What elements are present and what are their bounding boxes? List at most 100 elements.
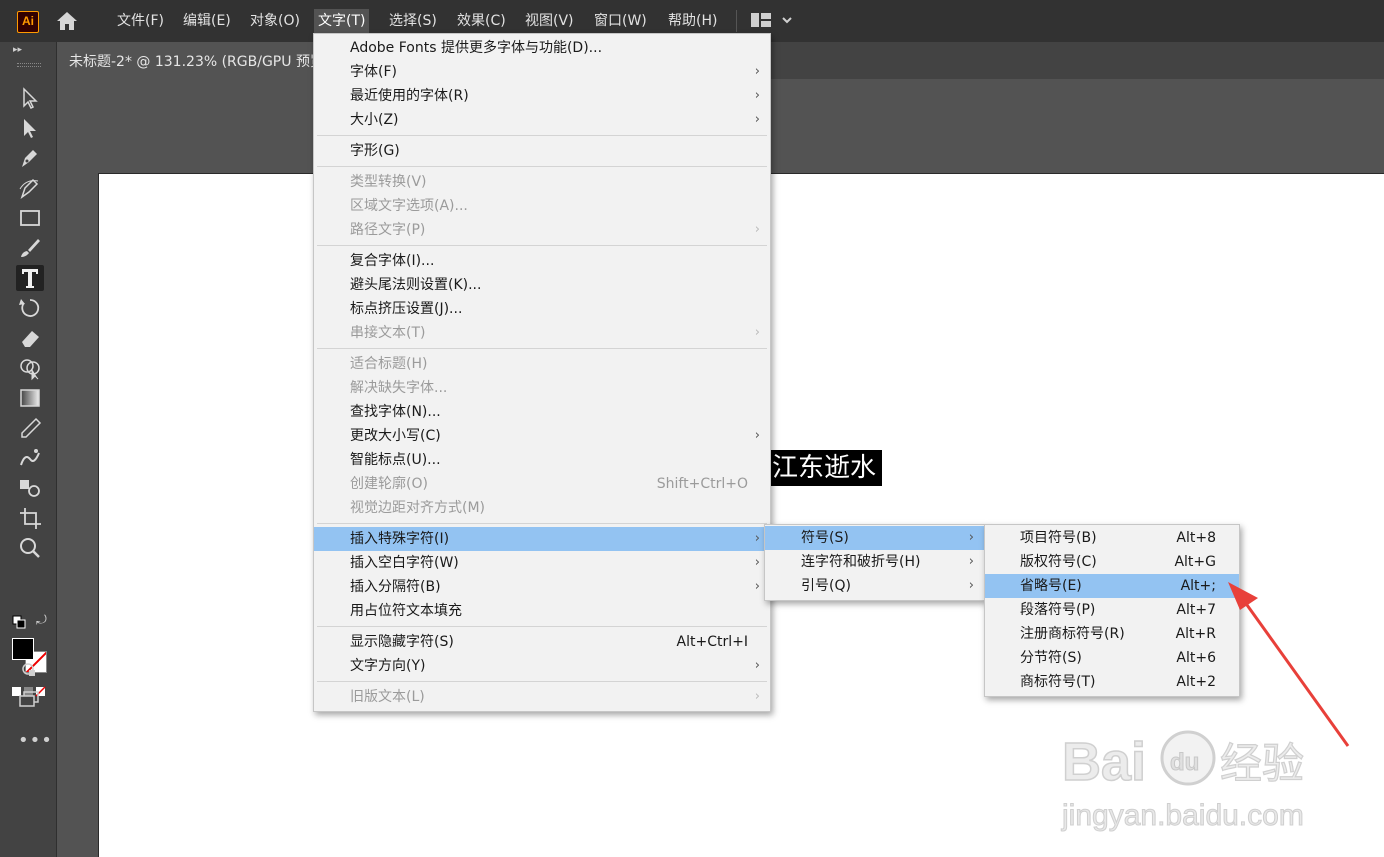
type-menu-item[interactable]: 字体(F) › [314, 60, 770, 84]
symbols-menu-item[interactable]: 注册商标符号(R) Alt+R [985, 622, 1239, 646]
rectangle-tool-icon[interactable] [16, 205, 44, 231]
type-menu-item[interactable]: 用占位符文本填充 [314, 599, 770, 623]
direct-selection-tool-icon[interactable] [16, 115, 44, 141]
home-icon[interactable] [54, 9, 80, 33]
default-colors-icon[interactable] [12, 614, 26, 629]
type-menu-item[interactable]: 解决缺失字体... [314, 376, 770, 400]
type-menu-item[interactable]: 适合标题(H) [314, 352, 770, 376]
type-menu-item[interactable]: 大小(Z) › [314, 108, 770, 132]
menu-effect[interactable]: 效果(C) [453, 9, 510, 33]
type-menu-item[interactable]: 避头尾法则设置(K)... [314, 273, 770, 297]
type-menu-item-label: 路径文字(P) [350, 222, 426, 238]
symbols-menu-item[interactable]: 版权符号(C) Alt+G [985, 550, 1239, 574]
svg-text:du: du [1170, 749, 1199, 776]
type-menu-item[interactable]: 智能标点(U)... [314, 448, 770, 472]
type-menu-item-label: 旧版文本(L) [350, 689, 425, 705]
blend-tool-icon[interactable] [16, 475, 44, 501]
type-menu-item-label: 串接文本(T) [350, 325, 426, 341]
type-menu-item[interactable]: 复合字体(I)... [314, 249, 770, 273]
submenu-chevron-icon: › [754, 689, 760, 704]
type-menu-item[interactable]: 旧版文本(L) › [314, 685, 770, 709]
type-menu-item[interactable]: Adobe Fonts 提供更多字体与功能(D)... [314, 36, 770, 60]
symbols-menu-item-label: 分节符(S) [1020, 650, 1082, 666]
type-menu-item-label: 用占位符文本填充 [350, 603, 462, 619]
symbols-menu-item-label: 注册商标符号(R) [1020, 626, 1125, 642]
type-tool-icon[interactable] [16, 265, 44, 291]
shape-builder-tool-icon[interactable] [16, 355, 44, 381]
type-menu-item-label: 更改大小写(C) [350, 428, 441, 444]
special-char-menu-item[interactable]: 引号(Q) › [765, 574, 984, 598]
selection-tool-icon[interactable] [16, 85, 44, 111]
submenu-chevron-icon: › [754, 579, 760, 594]
symbols-menu-item[interactable]: 分节符(S) Alt+6 [985, 646, 1239, 670]
symbols-menu-item[interactable]: 商标符号(T) Alt+2 [985, 670, 1239, 694]
edit-toolbar-icon[interactable]: ••• [18, 730, 53, 751]
app-logo: Ai [17, 11, 39, 33]
menu-view[interactable]: 视图(V) [521, 9, 578, 33]
special-char-menu-item[interactable]: 连字符和破折号(H) › [765, 550, 984, 574]
submenu-chevron-icon: › [754, 88, 760, 103]
type-menu-item[interactable]: 更改大小写(C) › [314, 424, 770, 448]
type-menu-item[interactable]: 类型转换(V) [314, 170, 770, 194]
collapse-panel-icon[interactable]: ▸▸ [13, 45, 22, 55]
symbols-menu-item-label: 版权符号(C) [1020, 554, 1097, 570]
shortcut-label: Alt+8 [1176, 530, 1216, 546]
document-tab[interactable]: 未标题-2* @ 131.23% (RGB/GPU 预览) [57, 42, 327, 79]
rotate-tool-icon[interactable] [16, 295, 44, 321]
type-menu-item-label: 最近使用的字体(R) [350, 88, 469, 104]
symbols-menu-item[interactable]: 省略号(E) Alt+; [985, 574, 1239, 598]
special-char-menu-item-label: 连字符和破折号(H) [801, 554, 921, 570]
eyedropper-tool-icon[interactable] [16, 415, 44, 441]
zoom-tool-icon[interactable] [16, 535, 44, 561]
menu-object[interactable]: 对象(O) [246, 9, 304, 33]
menu-separator [317, 135, 767, 136]
type-menu-item[interactable]: 插入分隔符(B) › [314, 575, 770, 599]
menu-help[interactable]: 帮助(H) [664, 9, 721, 33]
puppet-warp-tool-icon[interactable] [16, 445, 44, 471]
type-menu-item[interactable]: 字形(G) [314, 139, 770, 163]
svg-text:Bai: Bai [1062, 732, 1146, 792]
menu-select[interactable]: 选择(S) [385, 9, 441, 33]
symbols-menu-item[interactable]: 段落符号(P) Alt+7 [985, 598, 1239, 622]
type-menu-item[interactable]: 视觉边距对齐方式(M) [314, 496, 770, 520]
tools-panel: ▸▸ ⤾ ••• [0, 42, 57, 857]
type-menu-item[interactable]: 路径文字(P) › [314, 218, 770, 242]
type-menu-item[interactable]: 串接文本(T) › [314, 321, 770, 345]
type-menu-item[interactable]: 标点挤压设置(J)... [314, 297, 770, 321]
menu-window[interactable]: 窗口(W) [590, 9, 651, 33]
svg-text:jingyan.baidu.com: jingyan.baidu.com [1061, 799, 1304, 832]
menu-type[interactable]: 文字(T) [314, 9, 370, 33]
type-menu-item[interactable]: 创建轮廓(O) Shift+Ctrl+O [314, 472, 770, 496]
type-menu-item[interactable]: 文字方向(Y) › [314, 654, 770, 678]
curvature-tool-icon[interactable] [16, 175, 44, 201]
special-char-menu-item-label: 引号(Q) [801, 578, 851, 594]
pen-tool-icon[interactable] [16, 145, 44, 171]
type-menu-item[interactable]: 插入特殊字符(I) › [314, 527, 770, 551]
selected-text-object[interactable]: 江东逝水 [768, 450, 883, 486]
fill-color-swatch[interactable] [12, 638, 34, 660]
artboard-tool-icon[interactable] [16, 505, 44, 531]
type-menu-item[interactable]: 最近使用的字体(R) › [314, 84, 770, 108]
type-menu-item[interactable]: 区域文字选项(A)... [314, 194, 770, 218]
screen-mode-icon[interactable] [18, 690, 40, 712]
submenu-chevron-icon: › [754, 428, 760, 443]
special-char-menu-item-label: 符号(S) [801, 530, 849, 546]
menu-file[interactable]: 文件(F) [113, 9, 168, 33]
annotation-arrow [1228, 582, 1350, 747]
submenu-chevron-icon: › [754, 222, 760, 237]
symbols-menu-item-label: 商标符号(T) [1020, 674, 1096, 690]
paintbrush-tool-icon[interactable] [16, 235, 44, 261]
type-menu-item[interactable]: 查找字体(N)... [314, 400, 770, 424]
menu-edit[interactable]: 编辑(E) [179, 9, 235, 33]
swap-colors-icon[interactable]: ⤾ [36, 613, 47, 628]
eraser-tool-icon[interactable] [16, 325, 44, 351]
type-menu-item-label: 插入空白字符(W) [350, 555, 459, 571]
symbols-menu-item[interactable]: 项目符号(B) Alt+8 [985, 526, 1239, 550]
gradient-tool-icon[interactable] [16, 385, 44, 411]
type-menu-item[interactable]: 插入空白字符(W) › [314, 551, 770, 575]
panel-grip[interactable] [17, 63, 41, 67]
type-menu-item[interactable]: 显示隐藏字符(S) Alt+Ctrl+I [314, 630, 770, 654]
drawing-mode-icon[interactable] [20, 661, 38, 681]
workspace-switcher-icon[interactable] [750, 11, 796, 29]
special-char-menu-item[interactable]: 符号(S) › [765, 526, 984, 550]
